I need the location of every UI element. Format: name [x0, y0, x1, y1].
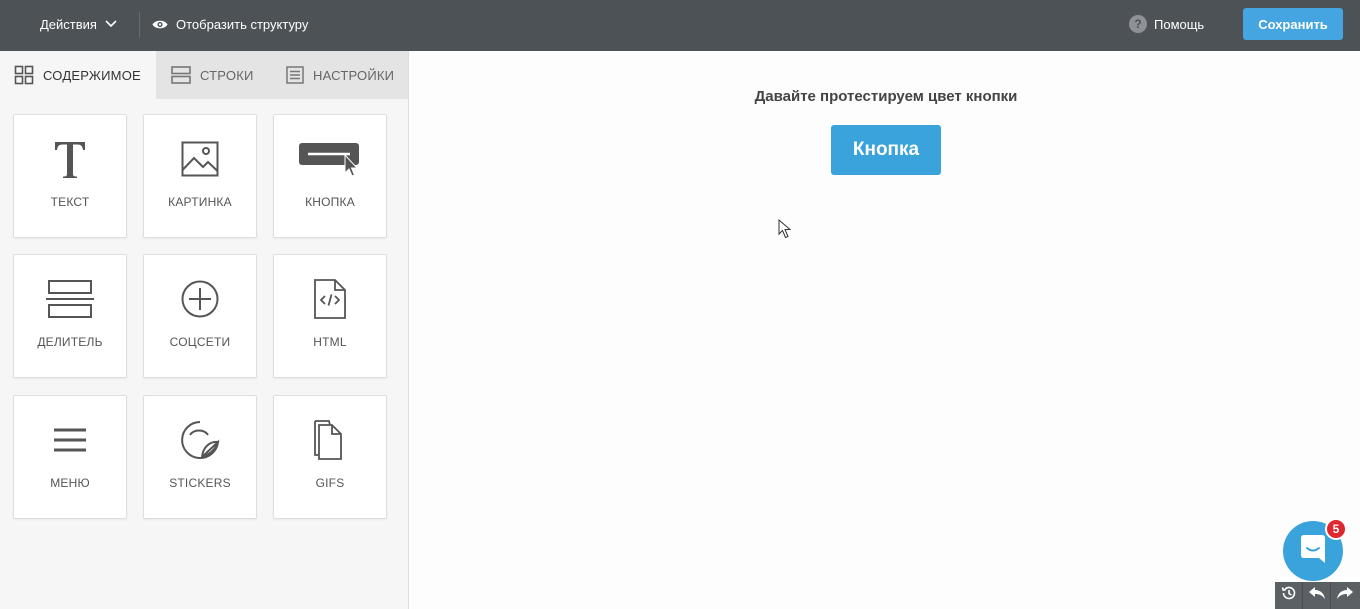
- gif-file-icon: [274, 418, 386, 462]
- text-icon: [14, 137, 126, 181]
- chat-icon: [1297, 533, 1329, 570]
- tile-gifs-label: GIFS: [315, 476, 345, 490]
- tab-settings-label: НАСТРОЙКИ: [313, 67, 395, 83]
- tile-stickers-label: STICKERS: [169, 476, 231, 490]
- email-canvas[interactable]: Давайте протестируем цвет кнопки Кнопка: [410, 51, 1360, 609]
- tile-image-label: КАРТИНКА: [168, 195, 232, 209]
- sidebar-tabs: СОДЕРЖИМОЕ СТРОКИ НАСТРОЙКИ: [0, 51, 408, 99]
- divider-icon: [14, 277, 126, 321]
- tile-divider[interactable]: ДЕЛИТЕЛЬ: [13, 254, 127, 378]
- canvas-cta-button[interactable]: Кнопка: [831, 125, 941, 175]
- tile-html[interactable]: HTML: [273, 254, 387, 378]
- tile-social-label: СОЦСЕТИ: [169, 335, 231, 349]
- tile-gifs[interactable]: GIFS: [273, 395, 387, 519]
- sticker-icon: [144, 418, 256, 462]
- eye-icon: [152, 19, 168, 30]
- redo-icon: [1336, 586, 1354, 605]
- help-link[interactable]: ? Помощь: [1129, 14, 1204, 34]
- tile-button-label: КНОПКА: [305, 195, 355, 209]
- tile-divider-label: ДЕЛИТЕЛЬ: [37, 335, 103, 349]
- html-file-icon: [274, 277, 386, 321]
- redo-button[interactable]: [1331, 582, 1359, 609]
- undo-icon: [1308, 586, 1326, 605]
- help-icon: ?: [1129, 15, 1147, 33]
- history-icon: [1281, 585, 1297, 606]
- grid-icon: [14, 65, 34, 85]
- tab-settings[interactable]: НАСТРОЙКИ: [271, 51, 408, 99]
- rows-icon: [171, 66, 191, 84]
- top-toolbar: Действия Отобразить структуру ? Помощь С…: [0, 0, 1360, 51]
- menu-icon: [14, 418, 126, 462]
- toolbar-divider: [139, 12, 140, 38]
- image-icon: [144, 137, 256, 181]
- chevron-down-icon: [105, 20, 117, 28]
- canvas-headline[interactable]: Давайте протестируем цвет кнопки: [410, 88, 1360, 105]
- history-toolbar: [1275, 582, 1360, 609]
- tile-image[interactable]: КАРТИНКА: [143, 114, 257, 238]
- actions-menu[interactable]: Действия: [40, 14, 117, 34]
- button-icon: [274, 137, 386, 181]
- show-structure-toggle[interactable]: Отобразить структуру: [152, 14, 308, 34]
- mouse-cursor-icon: [778, 218, 792, 244]
- tab-rows-label: СТРОКИ: [200, 67, 254, 83]
- history-button[interactable]: [1275, 582, 1303, 609]
- social-plus-icon: [144, 277, 256, 321]
- tile-stickers[interactable]: STICKERS: [143, 395, 257, 519]
- tile-menu-label: МЕНЮ: [50, 476, 90, 490]
- tile-button[interactable]: КНОПКА: [273, 114, 387, 238]
- sidebar: СОДЕРЖИМОЕ СТРОКИ НАСТРОЙКИ ТЕКСТ КАРТИН…: [0, 51, 409, 609]
- tab-content[interactable]: СОДЕРЖИМОЕ: [0, 51, 156, 99]
- help-label: Помощь: [1154, 16, 1205, 32]
- tile-text[interactable]: ТЕКСТ: [13, 114, 127, 238]
- settings-doc-icon: [286, 66, 304, 84]
- tile-html-label: HTML: [313, 335, 347, 349]
- tile-social[interactable]: СОЦСЕТИ: [143, 254, 257, 378]
- show-structure-label: Отобразить структуру: [176, 16, 309, 32]
- chat-unread-badge: 5: [1325, 518, 1347, 540]
- undo-button[interactable]: [1303, 582, 1331, 609]
- tab-rows[interactable]: СТРОКИ: [156, 51, 271, 99]
- tile-text-label: ТЕКСТ: [50, 195, 90, 209]
- save-button[interactable]: Сохранить: [1243, 8, 1343, 40]
- tile-menu[interactable]: МЕНЮ: [13, 395, 127, 519]
- tab-content-label: СОДЕРЖИМОЕ: [43, 67, 141, 83]
- actions-label: Действия: [40, 16, 97, 32]
